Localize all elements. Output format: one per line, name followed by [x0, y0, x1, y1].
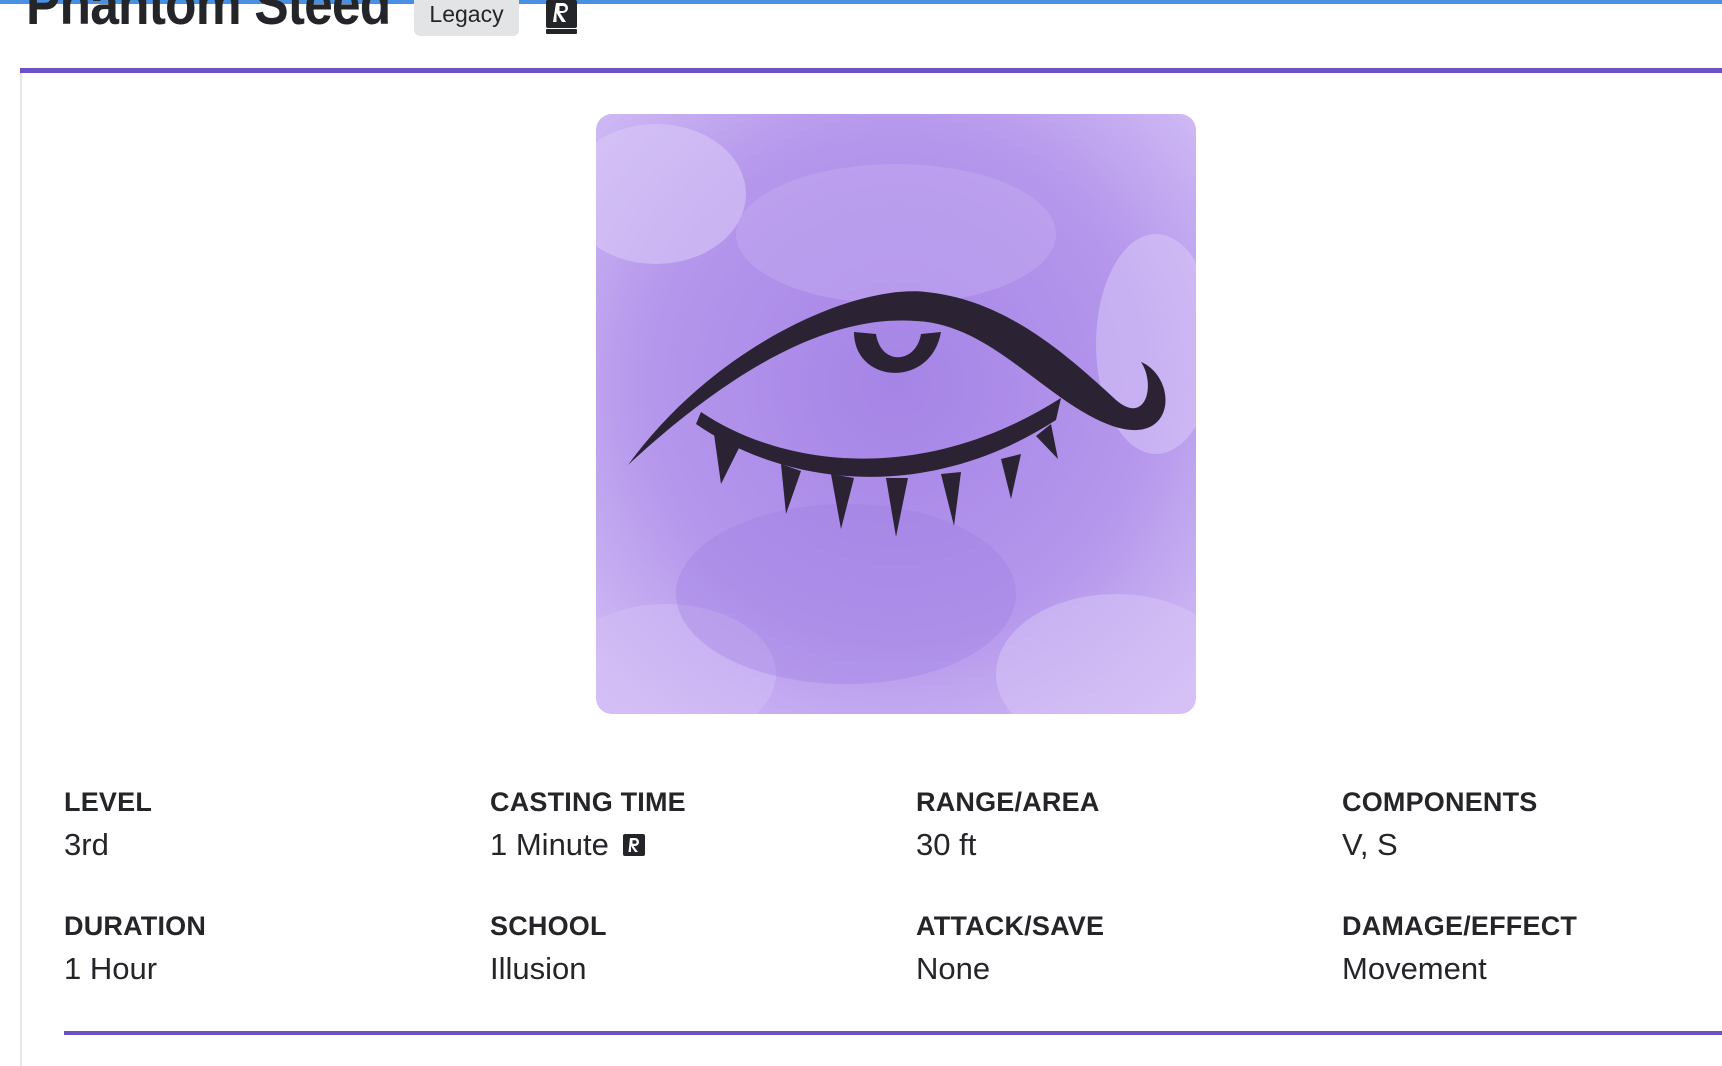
stat-label: SCHOOL: [490, 911, 607, 941]
spell-image: [596, 114, 1196, 714]
stat-value: Movement: [1342, 951, 1487, 986]
spell-title: Phantom Steed: [26, 0, 391, 37]
stat-duration: DURATION 1 Hour: [64, 909, 484, 989]
stat-casting-time: CASTING TIME 1 Minute: [490, 785, 910, 865]
content-left-border: [20, 73, 22, 1066]
stat-attack-save: ATTACK/SAVE None: [916, 909, 1336, 989]
stat-value: Illusion: [490, 951, 587, 986]
stat-label: RANGE/AREA: [916, 787, 1100, 817]
header-divider: [20, 68, 1722, 73]
stat-components: COMPONENTS V, S: [1342, 785, 1722, 865]
stat-label: COMPONENTS: [1342, 787, 1538, 817]
stat-value: 3rd: [64, 827, 109, 862]
stat-value: V, S: [1342, 827, 1398, 862]
stats-divider: [64, 1031, 1722, 1035]
stat-value: 1 Minute: [490, 827, 609, 862]
stat-value: None: [916, 951, 991, 986]
stat-level: LEVEL 3rd: [64, 785, 484, 865]
book-icon[interactable]: [544, 0, 580, 36]
stat-label: LEVEL: [64, 787, 153, 817]
legacy-badge: Legacy: [414, 0, 519, 36]
stat-value-row: 1 Minute: [490, 825, 910, 865]
ritual-icon[interactable]: [622, 834, 645, 856]
stat-label: DAMAGE/EFFECT: [1342, 911, 1578, 941]
stat-school: SCHOOL Illusion: [490, 909, 910, 989]
stat-label: CASTING TIME: [490, 787, 686, 817]
stat-label: ATTACK/SAVE: [916, 911, 1105, 941]
stat-damage-effect: DAMAGE/EFFECT Movement: [1342, 909, 1722, 989]
stat-value: 30 ft: [916, 827, 977, 862]
stat-range: RANGE/AREA 30 ft: [916, 785, 1336, 865]
stat-value: 1 Hour: [64, 951, 158, 986]
stat-label: DURATION: [64, 911, 207, 941]
spell-header: Phantom Steed Legacy: [0, 0, 1722, 72]
